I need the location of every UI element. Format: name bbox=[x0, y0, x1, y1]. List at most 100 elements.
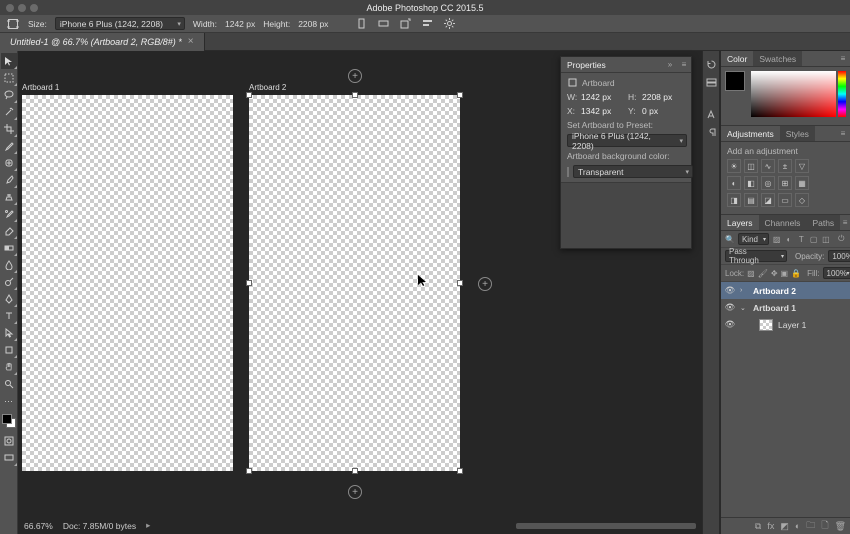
visibility-toggle-icon[interactable]: 👁 bbox=[725, 319, 735, 330]
prop-h-value[interactable]: 2208 px bbox=[642, 92, 685, 102]
zoom-level[interactable]: 66.67% bbox=[24, 521, 53, 531]
layer-artboard-2[interactable]: 👁 › Artboard 2 bbox=[721, 282, 850, 299]
artboard-1[interactable]: Artboard 1 bbox=[22, 95, 233, 471]
magic-wand-tool[interactable] bbox=[1, 104, 17, 120]
photofilter-adjust-icon[interactable]: ◎ bbox=[761, 176, 775, 190]
levels-adjust-icon[interactable]: ◫ bbox=[744, 159, 758, 173]
color-spectrum[interactable] bbox=[751, 71, 836, 117]
visibility-toggle-icon[interactable]: 👁 bbox=[725, 285, 735, 296]
new-fill-adjustment-icon[interactable]: ◐ bbox=[795, 521, 800, 531]
channelmixer-adjust-icon[interactable]: ⊞ bbox=[778, 176, 792, 190]
shape-tool[interactable] bbox=[1, 342, 17, 358]
add-artboard-right-icon[interactable]: + bbox=[478, 277, 492, 291]
resize-handle-se[interactable] bbox=[457, 468, 463, 474]
fg-bg-color-swatch[interactable] bbox=[2, 414, 16, 428]
filter-kind-select[interactable]: Kind bbox=[738, 233, 769, 245]
size-preset-select[interactable]: iPhone 6 Plus (1242, 2208) bbox=[55, 17, 185, 30]
lasso-tool[interactable] bbox=[1, 87, 17, 103]
dodge-tool[interactable] bbox=[1, 274, 17, 290]
tab-properties[interactable]: Properties bbox=[561, 60, 612, 70]
tab-adjustments[interactable]: Adjustments bbox=[721, 126, 780, 141]
filter-search-icon[interactable]: 🔍 bbox=[725, 234, 735, 245]
lock-all-icon[interactable]: 🔒 bbox=[791, 268, 801, 279]
vibrance-adjust-icon[interactable]: ▽ bbox=[795, 159, 809, 173]
history-brush-tool[interactable] bbox=[1, 206, 17, 222]
filter-type-icon[interactable]: T bbox=[797, 234, 806, 245]
resize-handle-e[interactable] bbox=[457, 280, 463, 286]
filter-shape-icon[interactable]: ▢ bbox=[809, 234, 818, 245]
bw-adjust-icon[interactable]: ◧ bbox=[744, 176, 758, 190]
window-controls[interactable] bbox=[6, 4, 38, 12]
layer-mask-icon[interactable]: ◩ bbox=[780, 521, 789, 532]
zoom-tool[interactable] bbox=[1, 376, 17, 392]
minimize-window-icon[interactable] bbox=[18, 4, 26, 12]
new-layer-icon[interactable]: 🗋 bbox=[821, 518, 828, 534]
pen-tool[interactable] bbox=[1, 291, 17, 307]
layers-panel-menu-icon[interactable]: ≡ bbox=[840, 215, 850, 230]
fg-color-swatch[interactable] bbox=[2, 414, 12, 424]
prop-w-value[interactable]: 1242 px bbox=[581, 92, 624, 102]
resize-handle-nw[interactable] bbox=[246, 92, 252, 98]
filter-toggle-icon[interactable]: ⏻ bbox=[837, 234, 846, 245]
paragraph-panel-icon[interactable] bbox=[704, 125, 718, 139]
tab-styles[interactable]: Styles bbox=[780, 126, 815, 141]
color-panel-menu-icon[interactable]: ≡ bbox=[836, 51, 850, 66]
adjustments-panel-menu-icon[interactable]: ≡ bbox=[836, 126, 850, 141]
color-sample-swatch[interactable] bbox=[725, 71, 745, 91]
link-layers-icon[interactable]: ⧉ bbox=[755, 521, 761, 532]
prop-x-value[interactable]: 1342 px bbox=[581, 106, 624, 116]
orientation-portrait-icon[interactable] bbox=[354, 17, 368, 31]
resize-handle-s[interactable] bbox=[352, 468, 358, 474]
artboard-2[interactable]: Artboard 2 bbox=[249, 95, 460, 471]
artboard-1-surface[interactable] bbox=[22, 95, 233, 471]
character-panel-icon[interactable] bbox=[704, 107, 718, 121]
filter-pixel-icon[interactable]: ▨ bbox=[772, 234, 781, 245]
new-layer-with-artboard-icon[interactable] bbox=[398, 17, 412, 31]
clone-stamp-tool[interactable] bbox=[1, 189, 17, 205]
resize-handle-n[interactable] bbox=[352, 92, 358, 98]
disclosure-icon[interactable]: ⌄ bbox=[740, 304, 748, 312]
prop-bg-swatch[interactable] bbox=[567, 167, 569, 177]
add-artboard-bottom-icon[interactable]: + bbox=[348, 485, 362, 499]
close-window-icon[interactable] bbox=[6, 4, 14, 12]
eraser-tool[interactable] bbox=[1, 223, 17, 239]
threshold-adjust-icon[interactable]: ◪ bbox=[761, 193, 775, 207]
tab-layers[interactable]: Layers bbox=[721, 215, 759, 230]
hand-tool[interactable] bbox=[1, 359, 17, 375]
tab-color[interactable]: Color bbox=[721, 51, 753, 66]
prop-bg-select[interactable]: Transparent bbox=[573, 165, 693, 178]
layer-artboard-1[interactable]: 👁 ⌄ Artboard 1 bbox=[721, 299, 850, 316]
resize-handle-ne[interactable] bbox=[457, 92, 463, 98]
align-icon[interactable] bbox=[420, 17, 434, 31]
width-value[interactable]: 1242 px bbox=[225, 19, 255, 29]
spot-heal-tool[interactable] bbox=[1, 155, 17, 171]
screen-mode-icon[interactable] bbox=[1, 450, 17, 466]
move-tool[interactable] bbox=[1, 53, 17, 69]
tab-paths[interactable]: Paths bbox=[806, 215, 840, 230]
layer-thumbnail[interactable] bbox=[759, 319, 773, 331]
add-artboard-top-icon[interactable]: + bbox=[348, 69, 362, 83]
brightness-adjust-icon[interactable]: ☀ bbox=[727, 159, 741, 173]
curves-adjust-icon[interactable]: ∿ bbox=[761, 159, 775, 173]
brush-tool[interactable] bbox=[1, 172, 17, 188]
edit-toolbar-icon[interactable]: ⋯ bbox=[1, 393, 17, 409]
close-tab-icon[interactable]: × bbox=[188, 36, 194, 47]
blend-mode-select[interactable]: Pass Through bbox=[725, 250, 787, 262]
colorlookup-adjust-icon[interactable]: ▦ bbox=[795, 176, 809, 190]
hue-slider[interactable] bbox=[838, 71, 846, 117]
path-select-tool[interactable] bbox=[1, 325, 17, 341]
artboard-1-label[interactable]: Artboard 1 bbox=[22, 83, 59, 92]
layer-layer-1[interactable]: 👁 Layer 1 bbox=[721, 316, 850, 333]
type-tool[interactable] bbox=[1, 308, 17, 324]
properties-collapse-icon[interactable]: » bbox=[663, 60, 677, 69]
new-group-icon[interactable]: 🗀 bbox=[806, 518, 815, 534]
artboard-tool-icon[interactable] bbox=[6, 17, 20, 31]
height-value[interactable]: 2208 px bbox=[298, 19, 328, 29]
lock-position-icon[interactable]: ✥ bbox=[771, 268, 778, 279]
quick-mask-icon[interactable] bbox=[1, 433, 17, 449]
visibility-toggle-icon[interactable]: 👁 bbox=[725, 302, 735, 313]
zoom-window-icon[interactable] bbox=[30, 4, 38, 12]
layer-fx-icon[interactable]: fx bbox=[767, 521, 774, 531]
document-tab[interactable]: Untitled-1 @ 66.7% (Artboard 2, RGB/8#) … bbox=[0, 33, 205, 51]
crop-tool[interactable] bbox=[1, 121, 17, 137]
